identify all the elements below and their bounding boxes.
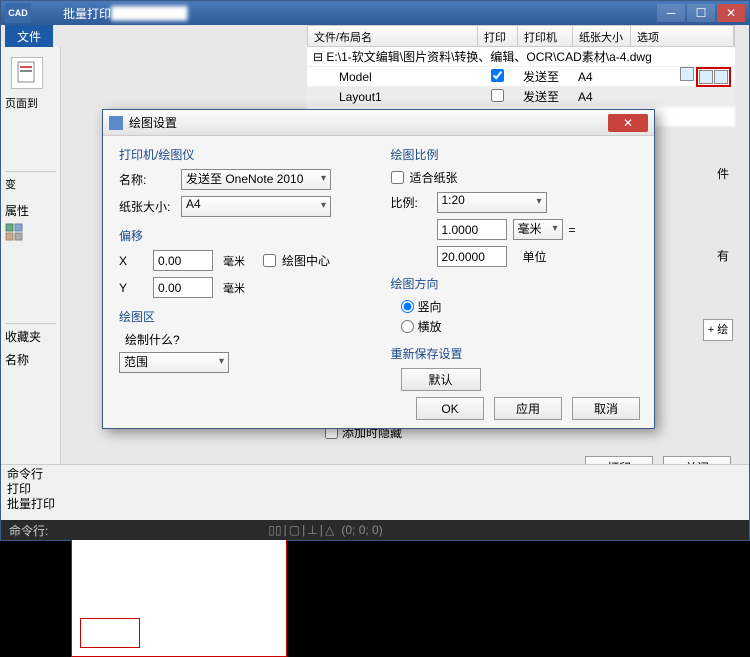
favorites-label: 收藏夹 <box>5 328 56 345</box>
page-to-label: 页面到 <box>5 95 56 111</box>
unit2-label: 单位 <box>523 248 547 265</box>
close-button[interactable]: ✕ <box>717 4 745 22</box>
cmd-prompt-label: 命令行: <box>9 522 48 539</box>
status-bar: 命令行: ▯▯|▢|⊥|△ (0; 0; 0) <box>1 520 749 540</box>
fit-paper-label: 适合纸张 <box>410 169 458 186</box>
draw-what-select[interactable]: 范围 <box>119 352 229 373</box>
default-button[interactable]: 默认 <box>401 368 481 391</box>
side-char: 有 <box>717 247 729 264</box>
offset-group-label: 偏移 <box>119 227 367 244</box>
th-paper[interactable]: 纸张大小 <box>573 26 631 46</box>
option-icon[interactable] <box>714 70 728 84</box>
printer-cell: 发送至 <box>517 66 572 87</box>
ok-button[interactable]: OK <box>416 397 484 420</box>
paper-cell: A4 <box>572 68 630 86</box>
page-icon[interactable] <box>11 57 43 89</box>
print-label: 打印 <box>7 482 743 497</box>
draw-center-checkbox[interactable] <box>263 254 276 267</box>
draw-what-label: 绘制什么? <box>125 331 367 348</box>
printer-cell: 发送至 <box>517 86 572 107</box>
file-path: E:\1-软文编辑\图片资料\转换、编辑、OCR\CAD素材\a-4.dwg <box>326 50 651 64</box>
th-file[interactable]: 文件/布局名 <box>308 26 478 46</box>
dialog-close-button[interactable]: ✕ <box>608 114 648 132</box>
dialog-icon <box>109 116 123 130</box>
paper-label: 纸张大小: <box>119 198 175 215</box>
y-input[interactable] <box>153 277 213 298</box>
window-title-blur: █████████ <box>111 6 657 20</box>
apply-button[interactable]: 应用 <box>494 397 562 420</box>
coordinates: (0; 0; 0) <box>341 523 382 537</box>
cancel-button[interactable]: 取消 <box>572 397 640 420</box>
app-title: 批量打印 <box>63 5 111 22</box>
unit1-select[interactable]: 毫米 <box>513 219 563 240</box>
right-column: 绘图比例 适合纸张 比例: 1:20 毫米 = 单位 <box>391 146 639 391</box>
layout-name: Model <box>307 68 477 86</box>
side-char: 件 <box>717 165 729 182</box>
th-printer[interactable]: 打印机 <box>518 26 573 46</box>
preview-thumbnail <box>80 618 140 648</box>
paper-cell: A4 <box>572 88 630 106</box>
layout-name: Layout1 <box>307 88 477 106</box>
landscape-label: 横放 <box>418 318 442 335</box>
x-label: X <box>119 254 147 268</box>
resave-group-label: 重新保存设置 <box>391 345 639 362</box>
ratio-select[interactable]: 1:20 <box>437 192 547 213</box>
name-label: 名称 <box>5 351 56 368</box>
scale-val2-input[interactable] <box>437 246 507 267</box>
portrait-radio[interactable] <box>401 300 414 313</box>
print-checkbox[interactable] <box>491 89 504 102</box>
y-label: Y <box>119 281 147 295</box>
option-icon[interactable] <box>699 70 713 84</box>
table-row[interactable]: Layout1 发送至 A4 <box>307 87 735 107</box>
command-panel: 命令行 打印 批量打印 <box>1 464 749 520</box>
properties-icon[interactable] <box>5 223 25 243</box>
window-controls: ─ ☐ ✕ <box>657 4 745 22</box>
th-print[interactable]: 打印 <box>478 26 518 46</box>
fit-paper-checkbox[interactable] <box>391 171 404 184</box>
table-header: 文件/布局名 打印 打印机 纸张大小 选项 <box>307 25 735 47</box>
printer-group-label: 打印机/绘图仪 <box>119 146 367 163</box>
status-tools: ▯▯|▢|⊥|△ (0; 0; 0) <box>268 523 382 538</box>
change-label: 变 <box>5 176 56 192</box>
option-icon[interactable] <box>680 67 694 81</box>
orientation-group-label: 绘图方向 <box>391 275 639 292</box>
file-tab[interactable]: 文件 <box>5 25 53 48</box>
cmdline-label: 命令行 <box>7 467 743 482</box>
draw-area-label: 绘图区 <box>119 308 367 325</box>
print-checkbox[interactable] <box>491 69 504 82</box>
paper-select[interactable]: A4 <box>181 196 331 217</box>
portrait-label: 竖向 <box>418 298 442 315</box>
titlebar: CAD 批量打印 █████████ ─ ☐ ✕ <box>1 1 749 25</box>
mm-unit: 毫米 <box>223 253 245 269</box>
draw-center-label: 绘图中心 <box>282 252 330 269</box>
equals-label: = <box>569 223 576 237</box>
dialog-titlebar: 绘图设置 ✕ <box>103 110 654 136</box>
application-window: CAD 批量打印 █████████ ─ ☐ ✕ 文件 页面到 变 属性 收藏夹… <box>0 0 750 541</box>
landscape-radio[interactable] <box>401 320 414 333</box>
app-logo: CAD <box>5 3 31 23</box>
left-column: 打印机/绘图仪 名称: 发送至 OneNote 2010 纸张大小: A4 偏移… <box>119 146 367 391</box>
name-label: 名称: <box>119 171 175 188</box>
highlighted-options <box>696 67 731 87</box>
scale-group-label: 绘图比例 <box>391 146 639 163</box>
minimize-button[interactable]: ─ <box>657 4 685 22</box>
printer-select[interactable]: 发送至 OneNote 2010 <box>181 169 331 190</box>
add-draw-button[interactable]: + 绘 <box>703 319 733 341</box>
table-row[interactable]: Model 发送至 A4 <box>307 67 735 87</box>
x-input[interactable] <box>153 250 213 271</box>
maximize-button[interactable]: ☐ <box>687 4 715 22</box>
dialog-title: 绘图设置 <box>129 114 177 131</box>
batch-print-label: 批量打印 <box>7 497 743 512</box>
scale-val1-input[interactable] <box>437 219 507 240</box>
ratio-label: 比例: <box>391 194 431 211</box>
th-options[interactable]: 选项 <box>631 26 734 46</box>
dialog-body: 打印机/绘图仪 名称: 发送至 OneNote 2010 纸张大小: A4 偏移… <box>103 136 654 401</box>
side-panel: 页面到 变 属性 收藏夹 名称 <box>1 47 61 464</box>
draw-settings-dialog: 绘图设置 ✕ 打印机/绘图仪 名称: 发送至 OneNote 2010 纸张大小… <box>102 109 655 429</box>
dialog-buttons: OK 应用 取消 <box>416 397 640 420</box>
properties-label: 属性 <box>5 202 56 219</box>
mm-unit: 毫米 <box>223 280 245 296</box>
